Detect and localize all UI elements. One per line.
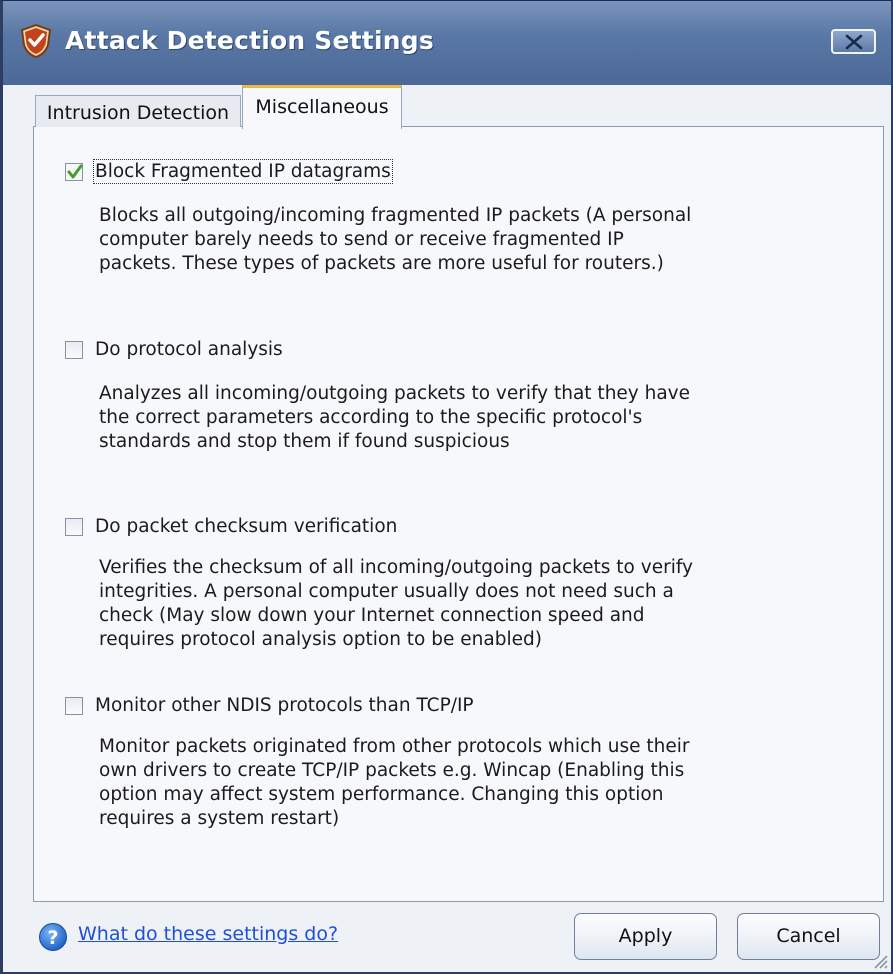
block-fragmented-label[interactable]: Block Fragmented IP datagrams — [93, 159, 393, 184]
cancel-button[interactable]: Cancel — [737, 913, 880, 960]
checksum-verification-checkbox[interactable] — [65, 518, 83, 536]
description-line: Blocks all outgoing/incoming fragmented … — [99, 205, 692, 226]
checksum-verification-label[interactable]: Do packet checksum verification — [95, 516, 397, 537]
description-line: standards and stop them if found suspici… — [99, 431, 510, 452]
protocol-analysis-description: Analyzes all incoming/outgoing packets t… — [99, 382, 739, 454]
description-line: integrities. A personal computer usually… — [99, 581, 674, 602]
checksum-verification-description: Verifies the checksum of all incoming/ou… — [99, 556, 739, 652]
help-link[interactable]: What do these settings do? — [78, 923, 338, 945]
description-line: packets. These types of packets are more… — [99, 253, 664, 274]
description-line: check (May slow down your Internet conne… — [99, 605, 645, 626]
monitor-ndis-description: Monitor packets originated from other pr… — [99, 735, 739, 831]
close-button[interactable] — [831, 29, 876, 54]
tab-miscellaneous[interactable]: Miscellaneous — [242, 85, 402, 129]
description-line: the correct parameters according to the … — [99, 407, 643, 428]
apply-button[interactable]: Apply — [574, 913, 717, 960]
description-line: requires a system restart) — [99, 808, 340, 829]
description-line: own drivers to create TCP/IP packets e.g… — [99, 760, 685, 781]
monitor-ndis-label[interactable]: Monitor other NDIS protocols than TCP/IP — [95, 695, 474, 716]
description-line: Verifies the checksum of all incoming/ou… — [99, 557, 693, 578]
description-line: requires protocol analysis option to be … — [99, 629, 542, 650]
block-fragmented-checkbox[interactable] — [65, 163, 83, 181]
protocol-analysis-checkbox[interactable] — [65, 341, 83, 359]
dialog-window: Attack Detection Settings Intrusion Dete… — [0, 0, 893, 974]
checkmark-icon — [67, 164, 83, 179]
question-mark-icon[interactable]: ? — [38, 922, 68, 952]
monitor-ndis-checkbox[interactable] — [65, 697, 83, 715]
description-line: Analyzes all incoming/outgoing packets t… — [99, 383, 691, 404]
description-line: computer barely needs to send or receive… — [99, 229, 624, 250]
close-x-icon — [845, 34, 863, 50]
block-fragmented-description: Blocks all outgoing/incoming fragmented … — [99, 204, 739, 276]
shield-icon — [19, 23, 53, 59]
description-line: option may affect system performance. Ch… — [99, 784, 664, 805]
tab-intrusion-detection[interactable]: Intrusion Detection — [35, 95, 241, 127]
title-bar[interactable]: Attack Detection Settings — [3, 1, 891, 85]
resize-grip-icon[interactable] — [869, 950, 889, 970]
svg-text:?: ? — [47, 927, 58, 949]
protocol-analysis-label[interactable]: Do protocol analysis — [95, 339, 283, 360]
window-title: Attack Detection Settings — [65, 26, 434, 55]
description-line: Monitor packets originated from other pr… — [99, 736, 690, 757]
